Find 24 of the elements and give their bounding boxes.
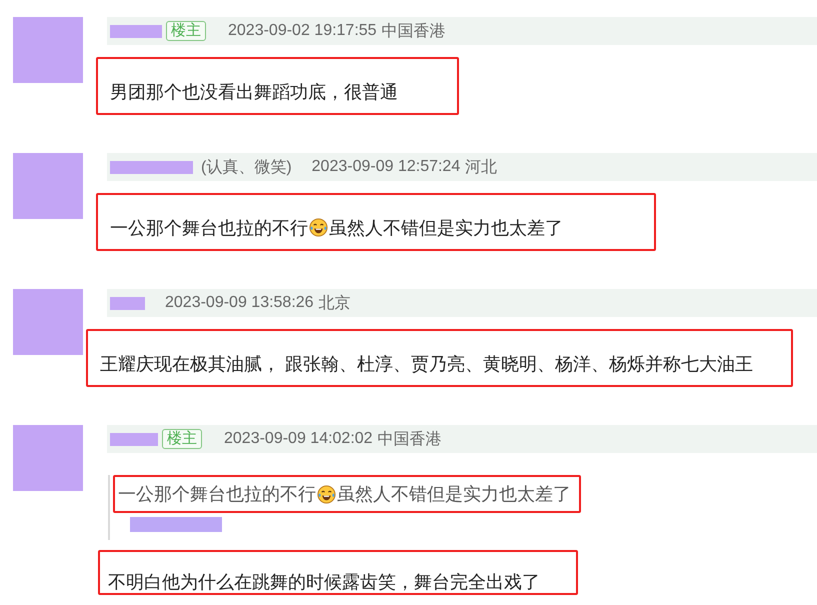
comment-text: 虽然人不错但是实力也太差了 (329, 216, 563, 240)
avatar-placeholder (13, 289, 83, 355)
post-time: 2023-09-09 12:57:24 (312, 158, 460, 176)
post-time: 2023-09-09 14:02:02 (224, 430, 373, 448)
post-location: 北京 (318, 294, 351, 314)
comment-text: 男团那个也没看出舞蹈功底，很普通 (110, 80, 398, 104)
user-remark: (认真、微笑) (201, 158, 292, 178)
comment-text: 一公那个舞台也拉的不行 (110, 216, 308, 240)
post-location: 河北 (465, 158, 498, 178)
laughing-emoji-icon (309, 218, 328, 237)
poster-badge: 楼主 (166, 21, 206, 41)
avatar-placeholder (13, 153, 83, 219)
avatar-placeholder (13, 425, 83, 491)
poster-badge: 楼主 (162, 429, 202, 449)
laughing-emoji-icon (317, 484, 336, 504)
post-time: 2023-09-09 13:58:26 (165, 294, 314, 312)
quoted-text: 虽然人不错但是实力也太差了 (337, 483, 571, 506)
comment-text: 不明白他为什么在跳舞的时候露齿笑，舞台完全出戏了 (108, 570, 540, 594)
post-location: 中国香港 (378, 430, 442, 450)
avatar-placeholder (13, 17, 83, 83)
post-location: 中国香港 (382, 22, 446, 42)
post-time: 2023-09-02 19:17:55 (228, 22, 377, 40)
comment-text: 王耀庆现在极其油腻， 跟张翰、杜淳、贾乃亮、黄晓明、杨洋、杨烁并称七大油王 (100, 352, 754, 376)
quoted-text: 一公那个舞台也拉的不行 (118, 483, 316, 506)
